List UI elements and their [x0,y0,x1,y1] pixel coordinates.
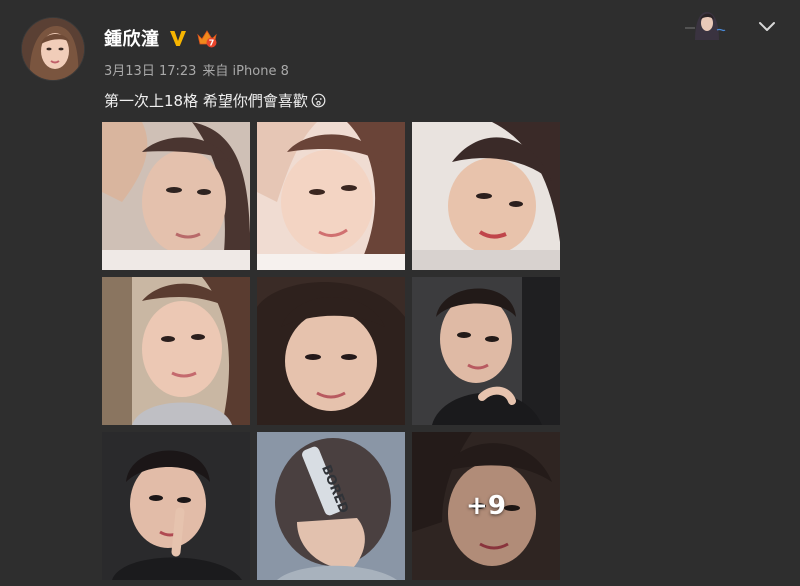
mini-profile-thumbnail[interactable] [683,6,727,40]
photo-thumbnail-6[interactable] [412,277,560,425]
user-avatar[interactable] [22,18,84,80]
verified-v-icon[interactable] [168,28,188,48]
photo-thumbnail-1[interactable] [102,122,250,270]
post-timestamp[interactable]: 3月13日 17:23 [104,60,196,79]
photo-grid: BORED +9 [102,122,560,580]
post-text: 第一次上18格 希望你們會喜歡 [104,90,326,111]
more-photos-count[interactable]: +9 [412,432,560,580]
photo-thumbnail-2[interactable] [257,122,405,270]
surprised-face-icon [311,93,326,108]
post-meta: 3月13日 17:23 来自 iPhone 8 [104,60,289,79]
username[interactable]: 鍾欣潼 [104,25,160,51]
post-source: 来自 iPhone 8 [202,64,289,79]
vip-level: 7 [208,39,214,48]
photo-thumbnail-8[interactable]: BORED [257,432,405,580]
photo-thumbnail-3[interactable] [412,122,560,270]
chevron-down-icon[interactable] [756,16,778,36]
photo-thumbnail-5[interactable] [257,277,405,425]
post-caption: 第一次上18格 希望你們會喜歡 [104,92,308,110]
avatar-portrait [22,18,84,80]
vip-crown-icon[interactable]: 7 [196,27,218,49]
photo-thumbnail-9[interactable]: +9 [412,432,560,580]
photo-thumbnail-7[interactable] [102,432,250,580]
weibo-post: 鍾欣潼 7 3月13日 17:23 来自 iPhone 8 第一次上18格 希望… [0,0,800,586]
name-row: 鍾欣潼 7 [104,25,218,51]
photo-thumbnail-4[interactable] [102,277,250,425]
